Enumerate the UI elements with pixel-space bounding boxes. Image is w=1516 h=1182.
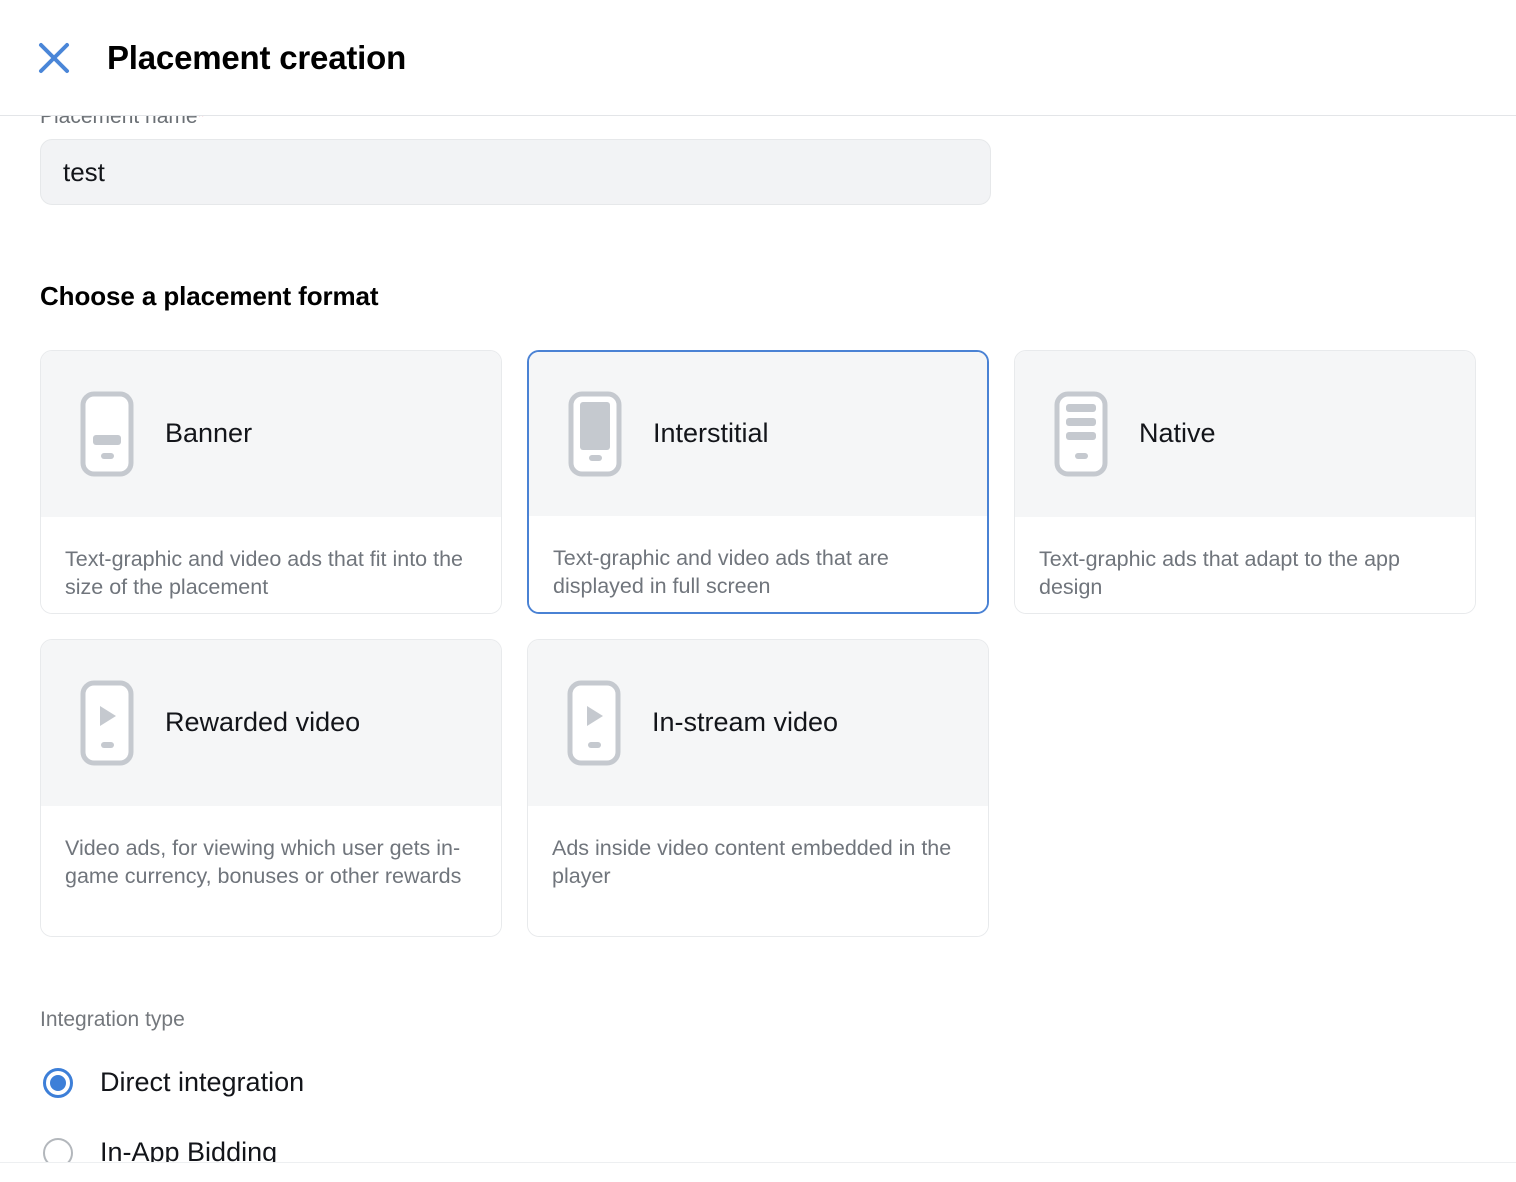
format-card-description: Ads inside video content embedded in the…	[528, 806, 988, 936]
radio-unselected-icon[interactable]	[43, 1138, 73, 1162]
format-card-header: Banner	[41, 351, 501, 517]
radio-option-in-app-bidding[interactable]: In-App Bidding	[40, 1125, 1476, 1162]
phone-banner-icon	[78, 390, 136, 478]
format-card-header: Native	[1015, 351, 1475, 517]
phone-fullscreen-icon	[566, 390, 624, 478]
format-card-description: Text-graphic ads that adapt to the app d…	[1015, 517, 1475, 613]
integration-type-label: Integration type	[40, 1008, 185, 1031]
format-cards-grid: Banner Text-graphic and video ads that f…	[40, 350, 1477, 937]
radio-option-direct-integration[interactable]: Direct integration	[40, 1055, 1476, 1111]
format-card-in-stream-video[interactable]: In-stream video Ads inside video content…	[527, 639, 989, 937]
close-x-icon	[39, 42, 69, 73]
format-card-title: Rewarded video	[165, 707, 361, 738]
phone-play-icon	[78, 679, 136, 767]
format-card-description: Text-graphic and video ads that are disp…	[529, 516, 987, 612]
placement-creation-dialog: Placement creation Placement name* Choos…	[0, 0, 1516, 1182]
placement-name-label-text: Placement name	[40, 116, 198, 128]
placement-name-input[interactable]	[40, 139, 991, 205]
dialog-body[interactable]: Placement name* Choose a placement forma…	[0, 116, 1516, 1162]
format-card-title: Interstitial	[653, 418, 769, 449]
format-card-description: Text-graphic and video ads that fit into…	[41, 517, 501, 613]
format-card-header: In-stream video	[528, 640, 988, 806]
close-icon[interactable]	[30, 34, 78, 82]
dialog-header: Placement creation	[0, 0, 1516, 116]
format-card-native[interactable]: Native Text-graphic ads that adapt to th…	[1014, 350, 1476, 614]
dialog-footer	[0, 1162, 1516, 1182]
format-card-banner[interactable]: Banner Text-graphic and video ads that f…	[40, 350, 502, 614]
radio-label: Direct integration	[100, 1067, 305, 1098]
format-card-description: Video ads, for viewing which user gets i…	[41, 806, 501, 936]
radio-selected-icon[interactable]	[43, 1068, 73, 1098]
format-card-header: Rewarded video	[41, 640, 501, 806]
format-section-heading: Choose a placement format	[40, 281, 379, 311]
placement-name-label: Placement name*	[40, 116, 1476, 131]
format-card-header: Interstitial	[529, 352, 987, 516]
format-card-title: In-stream video	[652, 707, 839, 738]
required-asterisk: *	[197, 116, 205, 128]
integration-type-group: Integration type Direct integration In-A…	[40, 1007, 1476, 1162]
radio-label: In-App Bidding	[100, 1137, 278, 1162]
format-card-interstitial[interactable]: Interstitial Text-graphic and video ads …	[527, 350, 989, 614]
page-title: Placement creation	[107, 39, 407, 76]
format-card-title: Native	[1139, 418, 1216, 449]
placement-name-field-group: Placement name*	[40, 116, 1476, 205]
format-card-title: Banner	[165, 418, 253, 449]
format-card-rewarded-video[interactable]: Rewarded video Video ads, for viewing wh…	[40, 639, 502, 937]
phone-play-icon	[565, 679, 623, 767]
phone-native-lines-icon	[1052, 390, 1110, 478]
